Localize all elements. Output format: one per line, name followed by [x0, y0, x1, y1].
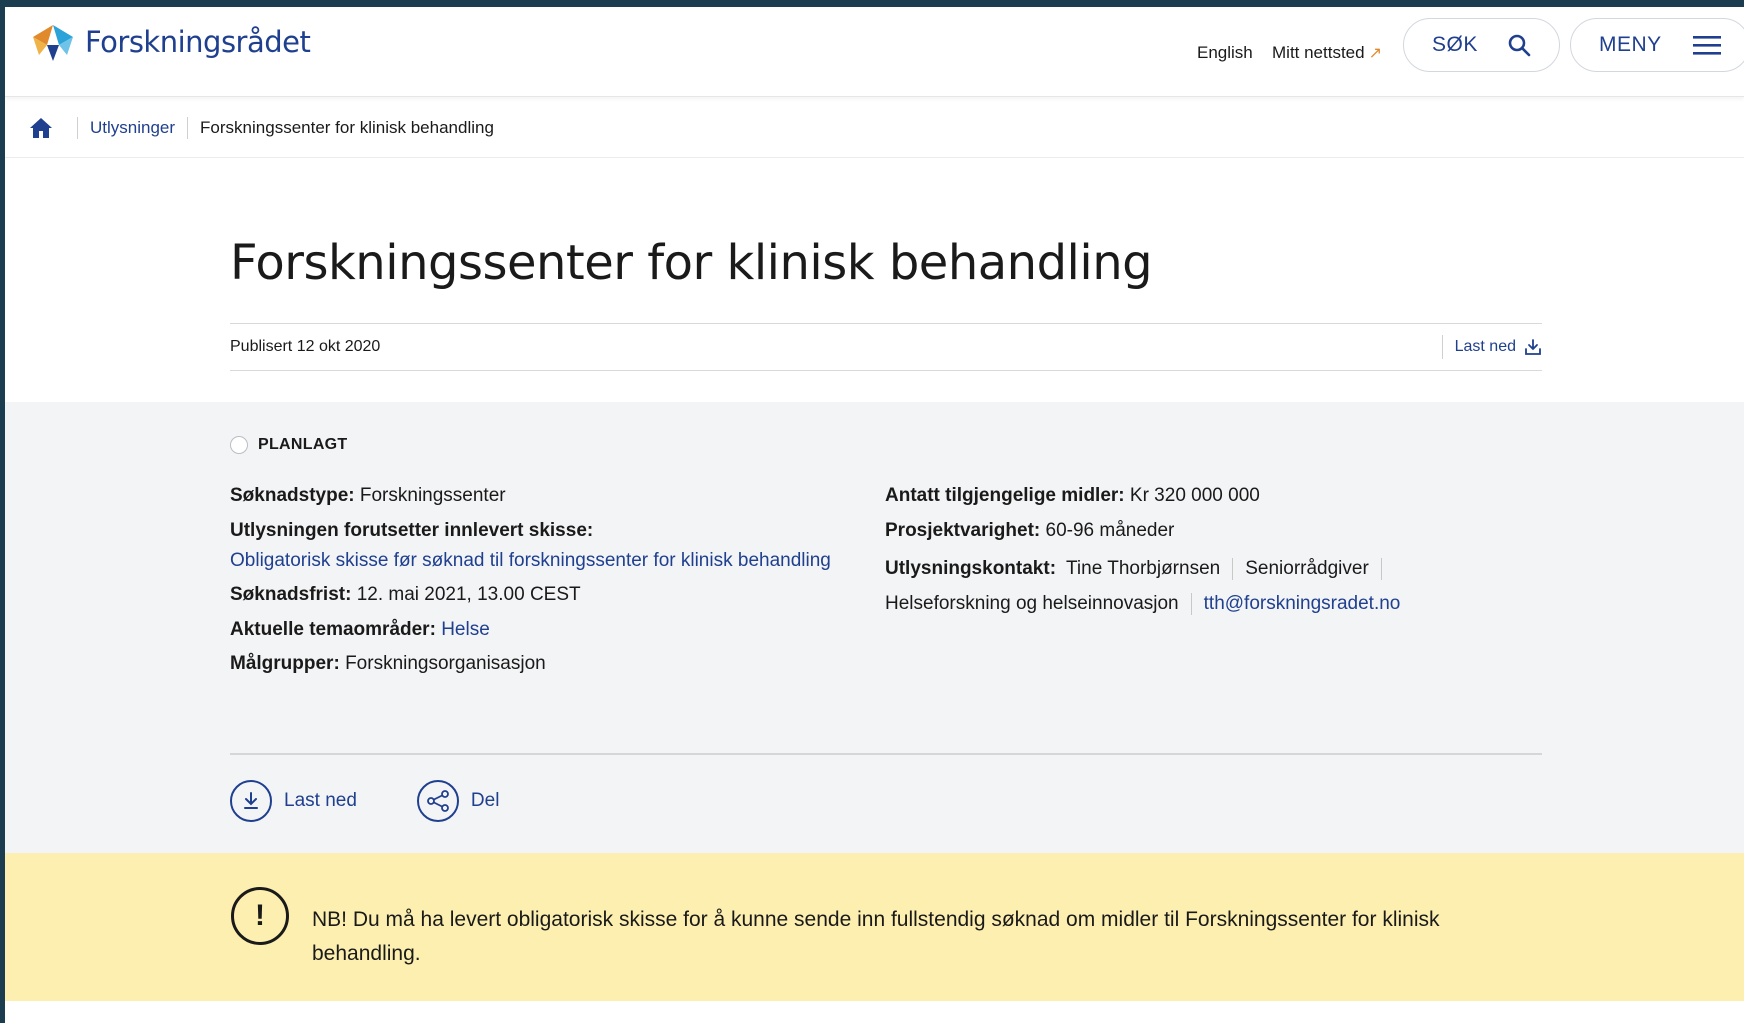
hamburger-icon [1693, 36, 1721, 55]
malgrupper-value: Forskningsorganisasjon [345, 653, 546, 674]
tema-row: Aktuelle temaområder: Helse [230, 613, 860, 648]
contact-separator [1380, 558, 1382, 581]
mitt-nettsted-label: Mitt nettsted [1272, 43, 1365, 62]
contact-separator [1190, 592, 1192, 615]
breadcrumb-separator [77, 116, 78, 139]
share-icon [427, 790, 449, 812]
contact-separator [1232, 558, 1234, 581]
mitt-nettsted-link[interactable]: Mitt nettsted ↗ [1272, 43, 1382, 63]
kontakt-label: Utlysningskontakt: [885, 558, 1057, 579]
published-date: Publisert 12 okt 2020 [230, 338, 381, 355]
download-icon [244, 792, 258, 809]
download-icon [1525, 339, 1541, 355]
breadcrumb-utlysninger[interactable]: Utlysninger [90, 118, 175, 138]
kontakt-title: Seniorrådgiver [1245, 558, 1369, 579]
malgrupper-label: Målgrupper: [230, 653, 340, 674]
varighet-value: 60-96 måneder [1045, 519, 1175, 541]
call-details: PLANLAGT Søknadstype: Forskningssenter U… [5, 402, 1744, 854]
kontakt-email-link[interactable]: tth@forskningsradet.no [1204, 587, 1401, 622]
varighet-label: Prosjektvarighet: [885, 519, 1041, 541]
download-button[interactable]: Last ned [230, 780, 357, 822]
skisse-label: Utlysningen forutsetter innlevert skisse… [230, 519, 594, 541]
english-link[interactable]: English [1197, 43, 1253, 63]
exclamation-icon: ! [231, 887, 289, 945]
share-label: Del [470, 790, 500, 811]
menu-button[interactable]: MENY [1570, 18, 1744, 72]
midler-label: Antatt tilgjengelige midler: [885, 485, 1125, 506]
logo-icon [33, 25, 73, 61]
notice-text: NB! Du må ha levert obligatorisk skisse … [312, 908, 1440, 965]
soknadstype-row: Søknadstype: Forskningssenter [230, 479, 860, 514]
tema-link[interactable]: Helse [441, 619, 490, 640]
tema-label: Aktuelle temaområder: [230, 618, 436, 640]
download-circle-icon [230, 780, 272, 822]
skisse-link-row: Obligatorisk skisse før søknad til forsk… [230, 548, 860, 574]
soknadstype-label: Søknadstype: [230, 485, 355, 506]
status-badge: PLANLAGT [230, 436, 348, 454]
skisse-row: Utlysningen forutsetter innlevert skisse… [230, 514, 860, 549]
breadcrumb-current: Forskningssenter for klinisk behandling [200, 117, 494, 137]
section-divider [230, 753, 1542, 755]
top-download-label: Last ned [1454, 338, 1516, 355]
breadcrumb-separator [187, 116, 189, 139]
frist-value: 12. mai 2021, 13.00 CEST [356, 584, 581, 605]
search-label: SØK [1432, 33, 1478, 56]
details-right-column: Antatt tilgjengelige midler: Kr 320 000 … [885, 479, 1545, 621]
page-title: Forskningssenter for klinisk behandling [230, 235, 1153, 291]
kontakt-name: Tine Thorbjørnsen [1066, 558, 1221, 579]
details-left-column: Søknadstype: Forskningssenter Utlysninge… [230, 479, 860, 682]
frist-label: Søknadsfrist: [230, 584, 352, 605]
share-circle-icon [416, 780, 459, 822]
top-download-link[interactable]: Last ned [1441, 335, 1542, 359]
logo-text: Forskningsrådet [85, 25, 311, 59]
site-header: Forskningsrådet English Mitt nettsted ↗ … [5, 7, 1744, 97]
midler-value: Kr 320 000 000 [1129, 485, 1260, 506]
soknadstype-value: Forskningssenter [359, 485, 506, 506]
kontakt-row-2: Helseforskning og helseinnovasjon tth@fo… [885, 587, 1545, 622]
kontakt-dept: Helseforskning og helseinnovasjon [885, 592, 1179, 614]
external-link-icon: ↗ [1368, 45, 1383, 62]
menu-label: MENY [1599, 33, 1662, 56]
status-label: PLANLAGT [258, 436, 348, 453]
midler-row: Antatt tilgjengelige midler: Kr 320 000 … [885, 479, 1545, 514]
notice-banner: ! NB! Du må ha levert obligatorisk skiss… [5, 853, 1744, 1001]
site-logo[interactable]: Forskningsrådet [29, 21, 311, 63]
breadcrumb: Utlysninger Forskningssenter for klinisk… [5, 98, 1744, 158]
status-circle-icon [230, 436, 248, 454]
share-button[interactable]: Del [416, 780, 500, 822]
kontakt-row: Utlysningskontakt: Tine Thorbjørnsen Sen… [885, 552, 1545, 587]
meta-bar: Publisert 12 okt 2020 Last ned [230, 323, 1542, 371]
search-icon [1508, 34, 1531, 57]
action-bar: Last ned Del [230, 780, 499, 822]
frist-row: Søknadsfrist: 12. mai 2021, 13.00 CEST [230, 578, 860, 613]
malgrupper-row: Målgrupper: Forskningsorganisasjon [230, 647, 860, 682]
title-area: Forskningssenter for klinisk behandling [230, 235, 1542, 291]
search-button[interactable]: SØK [1403, 18, 1560, 72]
page-frame: Forskningsrådet English Mitt nettsted ↗ … [5, 7, 1744, 1023]
skisse-link[interactable]: Obligatorisk skisse før søknad til forsk… [230, 550, 831, 571]
download-label: Last ned [284, 790, 357, 811]
home-icon[interactable] [29, 117, 53, 139]
varighet-row: Prosjektvarighet: 60-96 måneder [885, 514, 1545, 549]
